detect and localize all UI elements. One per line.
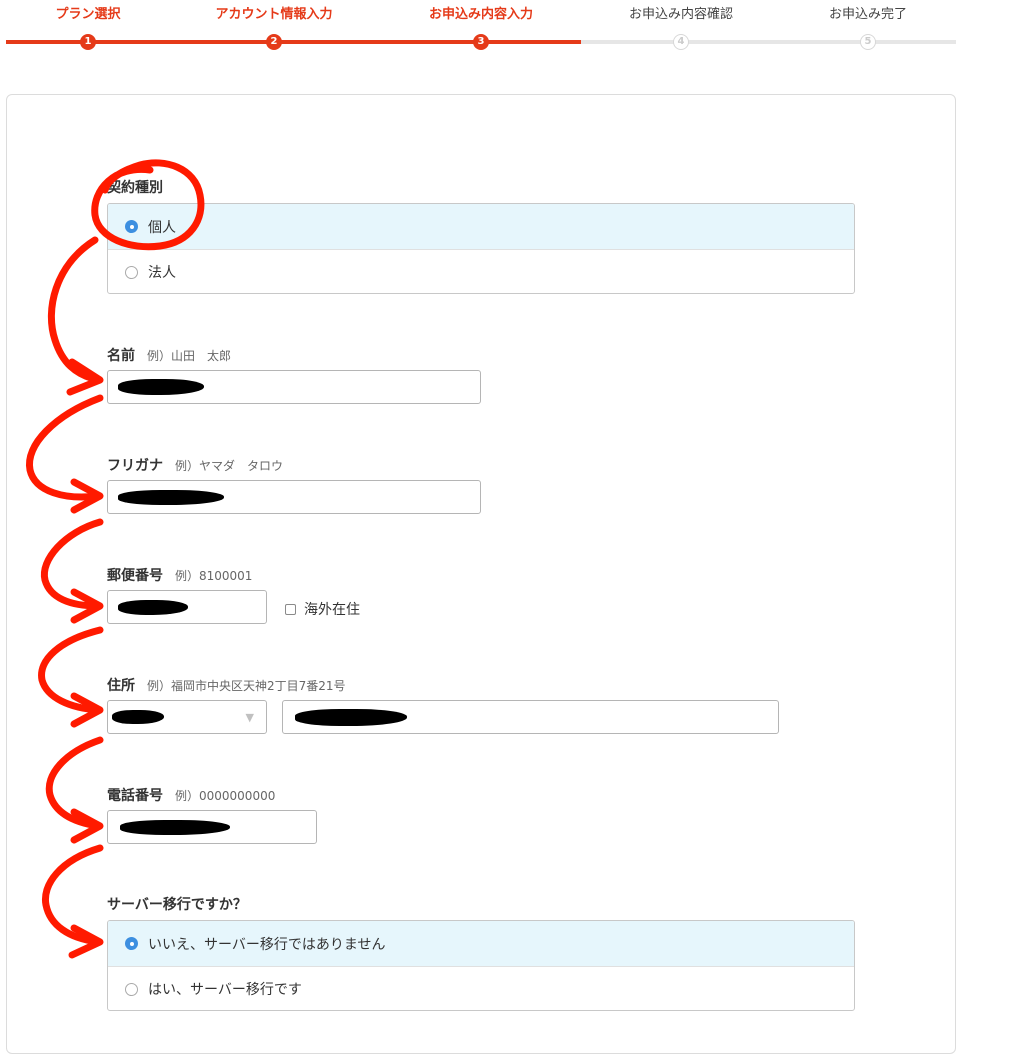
radio-option-label: はい、サーバー移行です <box>148 982 302 998</box>
radio-unselected-icon[interactable] <box>125 982 138 996</box>
address-input[interactable] <box>282 700 779 734</box>
phone-input[interactable] <box>107 810 317 844</box>
step-number-badge: 2 <box>266 34 282 50</box>
progress-steps: プラン選択 1 アカウント情報入力 2 お申込み内容入力 3 お申込み内容確認 … <box>0 0 1015 60</box>
name-example-hint: 例）山田 太郎 <box>147 349 232 363</box>
redacted-value <box>112 710 164 724</box>
phone-example-hint: 例）0000000000 <box>175 789 276 803</box>
server-migration-label: サーバー移行ですか？ <box>107 897 247 913</box>
address-example-hint: 例）福岡市中央区天神2丁目7番21号 <box>147 679 346 693</box>
prefecture-select[interactable]: ▼ <box>107 700 267 734</box>
postal-code-label: 郵便番号 例）8100001 <box>107 568 253 584</box>
radio-option-label: 個人 <box>148 219 176 236</box>
overseas-resident-checkbox[interactable] <box>285 603 296 615</box>
redacted-value <box>295 709 407 726</box>
name-input[interactable] <box>107 370 481 404</box>
step-label: プラン選択 <box>55 7 121 22</box>
contract-type-option-corporate[interactable]: 法人 <box>108 249 854 293</box>
redacted-value <box>118 379 204 395</box>
radio-option-label: 法人 <box>148 265 176 281</box>
phone-label: 電話番号 例）0000000000 <box>107 788 276 804</box>
server-migration-option-no[interactable]: いいえ、サーバー移行ではありません <box>108 921 854 966</box>
step-account-info: アカウント情報入力 2 <box>174 0 374 50</box>
contract-type-radio-group: 個人 法人 <box>107 203 855 294</box>
furigana-example-hint: 例）ヤマダ タロウ <box>175 459 284 473</box>
redacted-value <box>120 820 230 835</box>
step-label: お申込み内容確認 <box>628 7 733 22</box>
server-migration-option-yes[interactable]: はい、サーバー移行です <box>108 966 854 1010</box>
furigana-input[interactable] <box>107 480 481 514</box>
redacted-value <box>118 490 224 505</box>
step-number-badge: 4 <box>673 34 689 50</box>
step-number-badge: 3 <box>473 34 489 50</box>
step-application-confirm: お申込み内容確認 4 <box>581 0 781 50</box>
address-label: 住所 例）福岡市中央区天神2丁目7番21号 <box>107 678 346 694</box>
radio-unselected-icon[interactable] <box>125 265 138 279</box>
step-label: アカウント情報入力 <box>215 7 333 22</box>
step-number-badge: 1 <box>80 34 96 50</box>
step-label: お申込み完了 <box>828 7 907 22</box>
overseas-resident-label: 海外在住 <box>304 602 360 618</box>
step-label: お申込み内容入力 <box>428 7 533 22</box>
name-label: 名前 例）山田 太郎 <box>107 348 232 364</box>
radio-selected-icon[interactable] <box>125 220 138 233</box>
step-plan-selection: プラン選択 1 <box>0 0 188 50</box>
postal-code-input[interactable] <box>107 590 267 624</box>
contract-type-label: 契約種別 <box>107 180 163 196</box>
furigana-label: フリガナ 例）ヤマダ タロウ <box>107 458 284 474</box>
server-migration-radio-group: いいえ、サーバー移行ではありません はい、サーバー移行です <box>107 920 855 1011</box>
progress-track-remaining <box>581 40 956 44</box>
redacted-value <box>118 600 188 615</box>
radio-selected-icon[interactable] <box>125 937 138 950</box>
radio-option-label: いいえ、サーバー移行ではありません <box>148 936 386 953</box>
step-application-input: お申込み内容入力 3 <box>381 0 581 50</box>
step-application-complete: お申込み完了 5 <box>768 0 968 50</box>
overseas-resident-option[interactable]: 海外在住 <box>285 599 360 619</box>
postal-code-example-hint: 例）8100001 <box>175 569 253 583</box>
step-number-badge: 5 <box>860 34 876 50</box>
contract-type-option-individual[interactable]: 個人 <box>108 204 854 249</box>
chevron-down-icon: ▼ <box>245 711 254 724</box>
